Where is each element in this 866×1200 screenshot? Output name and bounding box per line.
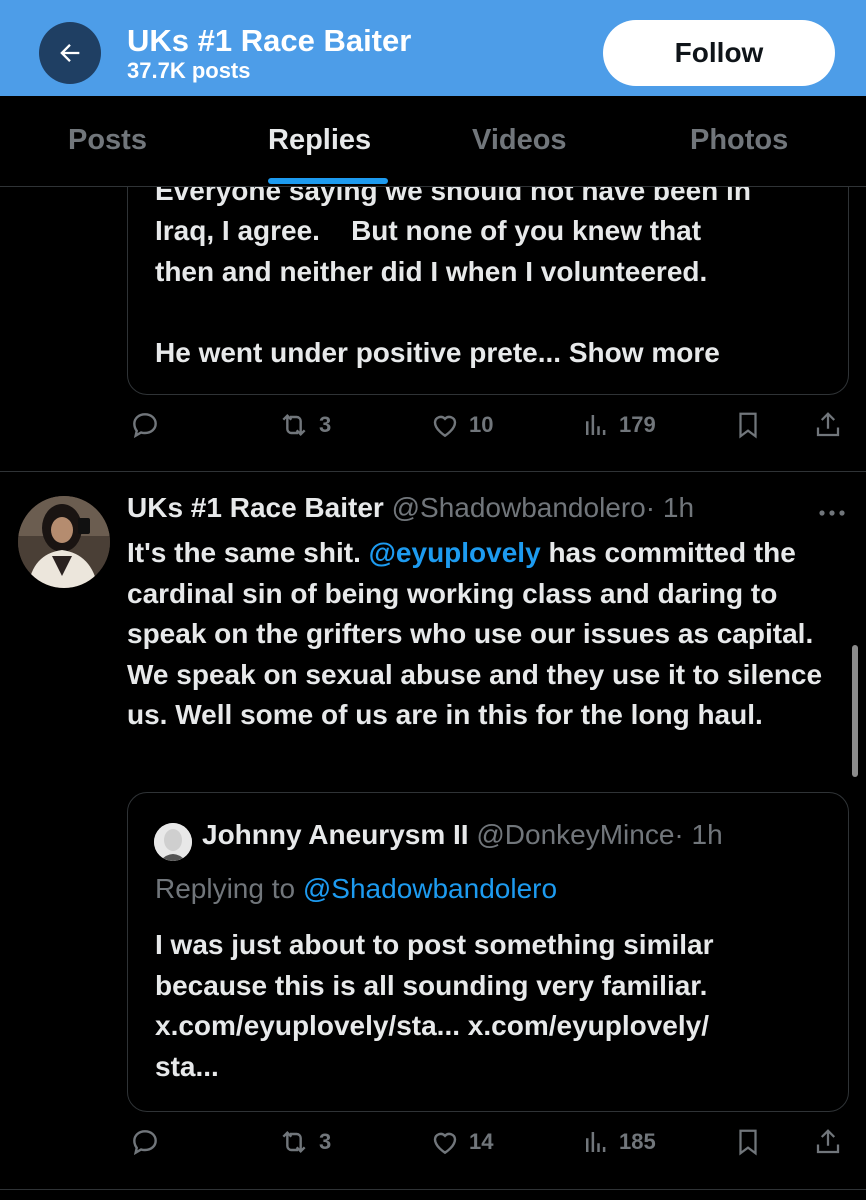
scrollbar[interactable] (852, 645, 858, 777)
author-handle[interactable]: @Shadowbandolero (392, 492, 646, 523)
tab-posts[interactable]: Posts (68, 124, 147, 157)
quoted-post-text-partial: Everyone saying we should not have been … (155, 187, 751, 206)
reply-icon (133, 1130, 157, 1156)
analytics-icon (586, 1132, 606, 1152)
quoted-post-time: · 1h (674, 819, 723, 850)
quoted-post-text: I was just about to post something simil… (155, 929, 714, 960)
quoted-post-header: Johnny Aneurysm II @DonkeyMince· 1h (202, 819, 723, 851)
reply-button[interactable] (129, 409, 161, 441)
heart-icon (433, 1132, 457, 1155)
arrow-left-icon (60, 44, 80, 62)
more-options-button[interactable] (818, 505, 846, 523)
author-name[interactable]: UKs #1 Race Baiter (127, 492, 384, 523)
repost-button[interactable]: 3 (277, 409, 331, 441)
post-header: UKs #1 Race Baiter @Shadowbandolero· 1h (127, 492, 694, 524)
post-time: · 1h (645, 492, 695, 523)
reply-icon (133, 413, 157, 439)
quoted-post-card[interactable]: Everyone saying we should not have been … (127, 187, 849, 395)
quoted-avatar (154, 823, 192, 861)
bookmark-button[interactable] (733, 409, 763, 441)
quoted-author-handle: @DonkeyMince (476, 819, 675, 850)
view-count: 179 (619, 412, 656, 437)
analytics-icon (586, 415, 606, 435)
follow-button[interactable]: Follow (603, 20, 835, 86)
back-button[interactable] (39, 22, 101, 84)
share-button[interactable] (813, 409, 843, 441)
like-count: 10 (469, 412, 494, 437)
repost-icon (282, 413, 306, 437)
replying-to: Replying to @Shadowbandolero (155, 873, 558, 904)
repost-count: 3 (319, 1129, 332, 1154)
repost-button[interactable]: 3 (277, 1126, 331, 1158)
post-count: 37.7K posts (127, 58, 251, 83)
tab-replies[interactable]: Replies (268, 124, 371, 157)
share-icon (816, 412, 840, 437)
quoted-post-text: x.com/eyuplovely/sta... x.com/eyuplovely… (155, 1010, 710, 1041)
quoted-post-text-truncated: He went under positive prete... (155, 337, 562, 368)
quoted-post-text: then and neither did I when I volunteere… (155, 256, 708, 287)
post-divider (0, 471, 866, 472)
bookmark-button[interactable] (733, 1126, 763, 1158)
avatar[interactable] (18, 496, 110, 588)
views-button[interactable]: 179 (581, 409, 656, 441)
active-tab-indicator (268, 178, 388, 184)
more-icon (819, 510, 845, 516)
share-button[interactable] (813, 1126, 843, 1158)
heart-icon (433, 415, 457, 438)
quoted-author-name: Johnny Aneurysm II (202, 819, 469, 850)
like-button[interactable]: 10 (429, 409, 493, 441)
like-button[interactable]: 14 (429, 1126, 493, 1158)
post-text: It's the same shit. @eyuplovely has comm… (127, 537, 823, 730)
bookmark-icon (739, 412, 757, 439)
tab-videos[interactable]: Videos (472, 124, 567, 157)
views-button[interactable]: 185 (581, 1126, 656, 1158)
reply-button[interactable] (129, 1126, 161, 1158)
quoted-post-text: He went under positive prete... Show mor… (155, 333, 720, 374)
post-divider (0, 1189, 866, 1190)
repost-count: 3 (319, 412, 332, 437)
like-count: 14 (469, 1129, 494, 1154)
quoted-post-card[interactable]: Johnny Aneurysm II @DonkeyMince· 1h Repl… (127, 792, 849, 1112)
profile-tabs: Posts Replies Videos Photos (0, 96, 866, 187)
profile-name: UKs #1 Race Baiter (127, 23, 412, 58)
post-actions: 3 10 179 (127, 409, 847, 449)
tab-photos[interactable]: Photos (690, 124, 788, 157)
quoted-post-text: Iraq, I agree. But none of you knew that (155, 215, 702, 246)
repost-icon (282, 1130, 306, 1154)
post-actions: 3 14 185 (127, 1126, 847, 1166)
profile-header: UKs #1 Race Baiter 37.7K posts Follow (0, 0, 866, 96)
share-icon (816, 1129, 840, 1154)
mention-link[interactable]: @eyuplovely (369, 537, 541, 568)
timeline[interactable]: Everyone saying we should not have been … (0, 187, 866, 1200)
quoted-post-text: sta... (155, 1051, 219, 1082)
view-count: 185 (619, 1129, 656, 1154)
quoted-post-text: because this is all sounding very famili… (155, 970, 708, 1001)
show-more-link[interactable]: Show more (569, 337, 720, 368)
replying-to-handle[interactable]: @Shadowbandolero (303, 873, 557, 904)
bookmark-icon (739, 1129, 757, 1156)
